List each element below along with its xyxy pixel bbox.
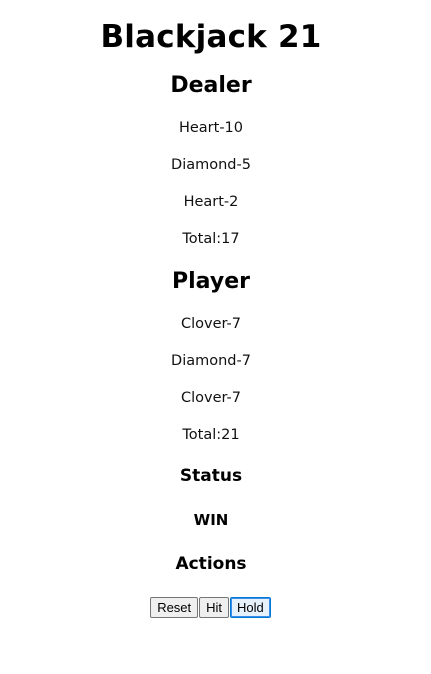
player-card: Clover-7 [180,390,242,406]
player-card: Diamond-7 [171,353,251,369]
player-section: Player Clover-7 Diamond-7 Clover-7 Total… [0,267,422,445]
reset-button[interactable]: Reset [150,597,199,618]
dealer-heading: Dealer [170,73,252,98]
actions-heading: Actions [175,554,247,574]
status-heading: Status [179,466,243,486]
blackjack-page: Blackjack 21 Dealer Heart-10 Diamond-5 H… [0,0,422,618]
dealer-card: Heart-10 [178,120,244,136]
hold-button[interactable]: Hold [230,597,271,618]
player-heading: Player [172,269,250,294]
player-card: Clover-7 [180,316,242,332]
dealer-total: Total:17 [182,231,240,247]
player-total: Total:21 [182,427,240,443]
dealer-section: Dealer Heart-10 Diamond-5 Heart-2 Total:… [0,71,422,249]
hit-button[interactable]: Hit [199,597,230,618]
dealer-card: Diamond-5 [171,157,251,173]
page-title: Blackjack 21 [100,19,322,55]
action-buttons: Reset Hit Hold [0,597,422,618]
actions-section: Actions Reset Hit Hold [0,552,422,618]
status-section: Status WIN [0,464,422,530]
dealer-card: Heart-2 [183,194,239,210]
status-value: WIN [193,511,229,529]
